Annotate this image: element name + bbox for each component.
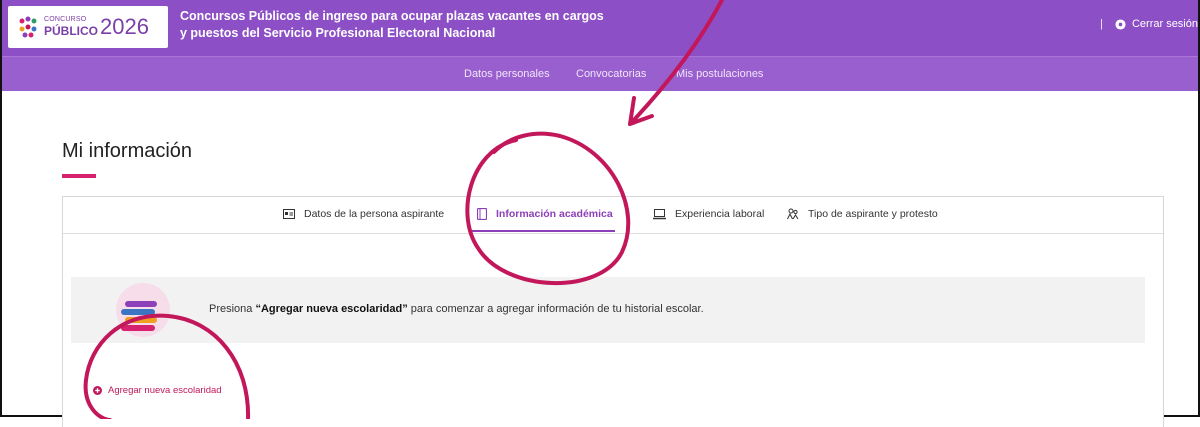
tab-label: Información académica: [496, 208, 613, 220]
tab-informacion-academica[interactable]: Información académica: [477, 208, 613, 220]
main-nav: Datos personales Convocatorias Mis postu…: [2, 56, 1198, 91]
tab-label: Datos de la persona aspirante: [304, 208, 445, 220]
notice-suffix: para comenzar a agregar información de t…: [407, 303, 704, 315]
id-card-icon: [283, 209, 295, 219]
page-title: Mi información: [62, 140, 193, 162]
add-escolaridad-label: Agregar nueva escolaridad: [108, 385, 222, 396]
laptop-icon: [653, 208, 666, 219]
notice-prefix: Presiona: [209, 303, 256, 315]
nav-mis-postulaciones[interactable]: Mis postulaciones: [676, 68, 763, 80]
tab-tipo-aspirante[interactable]: Tipo de aspirante y protesto: [787, 208, 938, 220]
header-actions: | Cerrar sesión: [1100, 18, 1198, 30]
title-underline: [62, 174, 96, 178]
logo-small-text: CONCURSO: [44, 15, 87, 23]
logout-link[interactable]: Cerrar sesión: [1132, 18, 1198, 30]
notice-text: Presiona “Agregar nueva escolaridad” par…: [209, 303, 704, 315]
tab-label: Experiencia laboral: [675, 208, 765, 220]
info-card: Datos de la persona aspirante Informació…: [62, 196, 1164, 427]
add-escolaridad-button[interactable]: Agregar nueva escolaridad: [93, 385, 222, 396]
top-header: CONCURSO PÚBLICO 2026 Concursos Públicos…: [2, 0, 1198, 56]
logout-icon: [1115, 18, 1126, 30]
site-title-line1: Concursos Públicos de ingreso para ocupa…: [180, 9, 604, 23]
header-separator: |: [1100, 18, 1103, 30]
site-title-line2: y puestos del Servicio Profesional Elect…: [180, 26, 496, 40]
books-illustration: [116, 283, 170, 337]
logo-year: 2026: [100, 14, 149, 39]
site-title: Concursos Públicos de ingreso para ocupa…: [180, 8, 640, 42]
book-icon: [477, 208, 487, 220]
tab-datos-aspirante[interactable]: Datos de la persona aspirante: [283, 208, 444, 220]
nav-datos-personales[interactable]: Datos personales: [464, 68, 550, 80]
notice-bold: “Agregar nueva escolaridad”: [255, 303, 408, 315]
active-tab-indicator: [469, 230, 615, 232]
people-icon: [787, 208, 799, 220]
empty-state-notice: Presiona “Agregar nueva escolaridad” par…: [71, 277, 1145, 343]
tab-label: Tipo de aspirante y protesto: [808, 208, 938, 220]
plus-circle-icon: [93, 386, 102, 395]
nav-convocatorias[interactable]: Convocatorias: [576, 68, 646, 80]
logo-big-text: PÚBLICO: [44, 23, 98, 38]
tab-bar: Datos de la persona aspirante Informació…: [63, 197, 1163, 234]
logo-flower-icon: [19, 16, 37, 38]
concurso-logo[interactable]: CONCURSO PÚBLICO 2026: [8, 6, 168, 48]
logo-wordmark: CONCURSO PÚBLICO: [44, 16, 98, 39]
tab-experiencia-laboral[interactable]: Experiencia laboral: [653, 208, 764, 220]
